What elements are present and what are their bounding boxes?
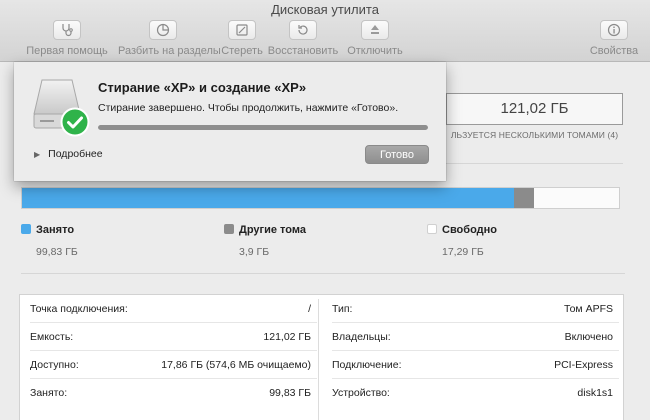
window-title: Дисковая утилита	[271, 2, 379, 17]
sheet-title: Стирание «XP» и создание «XP»	[98, 80, 307, 95]
info-row: Доступно: 17,86 ГБ (574,6 МБ очищаемо)	[30, 351, 317, 379]
usage-free-segment	[533, 188, 619, 208]
free-swatch	[427, 224, 437, 234]
stethoscope-icon	[53, 20, 81, 40]
info-row: Точка подключения: /	[30, 295, 317, 323]
divider	[446, 163, 623, 164]
info-row: Занято: 99,83 ГБ	[30, 379, 317, 407]
used-swatch	[21, 224, 31, 234]
capacity-row-value: 121,02 ГБ	[263, 330, 311, 343]
usage-other-segment	[514, 188, 534, 208]
available-key: Доступно:	[30, 358, 79, 371]
erase-progress-bar	[98, 125, 428, 130]
done-button[interactable]: Готово	[365, 145, 429, 164]
mount-point-value: /	[308, 302, 311, 315]
owners-key: Владельцы:	[332, 330, 391, 343]
details-label: Подробнее	[48, 148, 103, 160]
info-table: Точка подключения: / Емкость: 121,02 ГБ …	[19, 294, 624, 420]
details-disclosure[interactable]: ▶ Подробнее	[34, 148, 103, 160]
info-row: Емкость: 121,02 ГБ	[30, 323, 317, 351]
legend-other-value: 3,9 ГБ	[239, 246, 270, 258]
legend-used-value: 99,83 ГБ	[36, 246, 78, 258]
type-key: Тип:	[332, 302, 353, 315]
legend-free-value: 17,29 ГБ	[442, 246, 484, 258]
used-value: 99,83 ГБ	[269, 387, 311, 399]
divider	[21, 273, 625, 274]
partition-button[interactable]: Разбить на разделы	[118, 20, 221, 57]
type-value: Том APFS	[564, 302, 613, 315]
sheet-message: Стирание завершено. Чтобы продолжить, на…	[98, 102, 399, 114]
info-row: Подключение: PCI-Express	[332, 351, 619, 379]
usage-used-segment	[22, 188, 515, 208]
unmount-label: Отключить	[347, 45, 403, 57]
eject-icon	[361, 20, 389, 40]
disclosure-triangle-icon[interactable]: ▶	[34, 150, 40, 159]
legend-used-label: Занято	[36, 224, 75, 236]
legend-free-label: Свободно	[442, 224, 497, 236]
progress-fill	[98, 125, 428, 130]
first-aid-label: Первая помощь	[26, 45, 108, 57]
legend-other-label: Другие тома	[239, 224, 306, 236]
connection-value: PCI-Express	[554, 358, 613, 371]
available-value: 17,86 ГБ (574,6 МБ очищаемо)	[161, 358, 311, 371]
checkmark-icon	[60, 107, 90, 142]
info-icon	[600, 20, 628, 40]
eraser-icon	[228, 20, 256, 40]
legend-used: Занято 99,83 ГБ	[21, 220, 78, 258]
legend-other: Другие тома 3,9 ГБ	[224, 220, 306, 258]
info-label: Свойства	[589, 45, 639, 57]
capacity-key: Емкость:	[30, 330, 74, 343]
other-swatch	[224, 224, 234, 234]
info-left-column: Точка подключения: / Емкость: 121,02 ГБ …	[30, 295, 317, 420]
capacity-subtitle: ЛЬЗУЕТСЯ НЕСКОЛЬКИМИ ТОМАМИ (4)	[450, 130, 619, 140]
info-button[interactable]: Свойства	[576, 20, 650, 57]
info-right-column: Тип: Том APFS Владельцы: Включено Подклю…	[332, 295, 619, 420]
legend-free: Свободно 17,29 ГБ	[427, 220, 497, 258]
info-row: Устройство: disk1s1	[332, 379, 619, 407]
owners-value: Включено	[564, 330, 613, 343]
device-value: disk1s1	[577, 387, 613, 399]
usage-bar	[21, 187, 620, 209]
erase-progress-sheet: Стирание «XP» и создание «XP» Стирание з…	[14, 62, 446, 181]
capacity-value: 121,02 ГБ	[446, 93, 623, 125]
connection-key: Подключение:	[332, 358, 402, 371]
device-key: Устройство:	[332, 387, 390, 399]
restore-icon	[289, 20, 317, 40]
unmount-button[interactable]: Отключить	[330, 20, 420, 57]
partition-label: Разбить на разделы	[118, 45, 221, 57]
toolbar: Дисковая утилита Первая помощь Разбить н…	[0, 0, 650, 62]
column-divider	[318, 299, 319, 420]
first-aid-button[interactable]: Первая помощь	[22, 20, 112, 57]
info-row: Владельцы: Включено	[332, 323, 619, 351]
pie-chart-icon	[149, 20, 177, 40]
used-key: Занято:	[30, 387, 68, 399]
mount-point-key: Точка подключения:	[30, 302, 128, 315]
info-row: Тип: Том APFS	[332, 295, 619, 323]
